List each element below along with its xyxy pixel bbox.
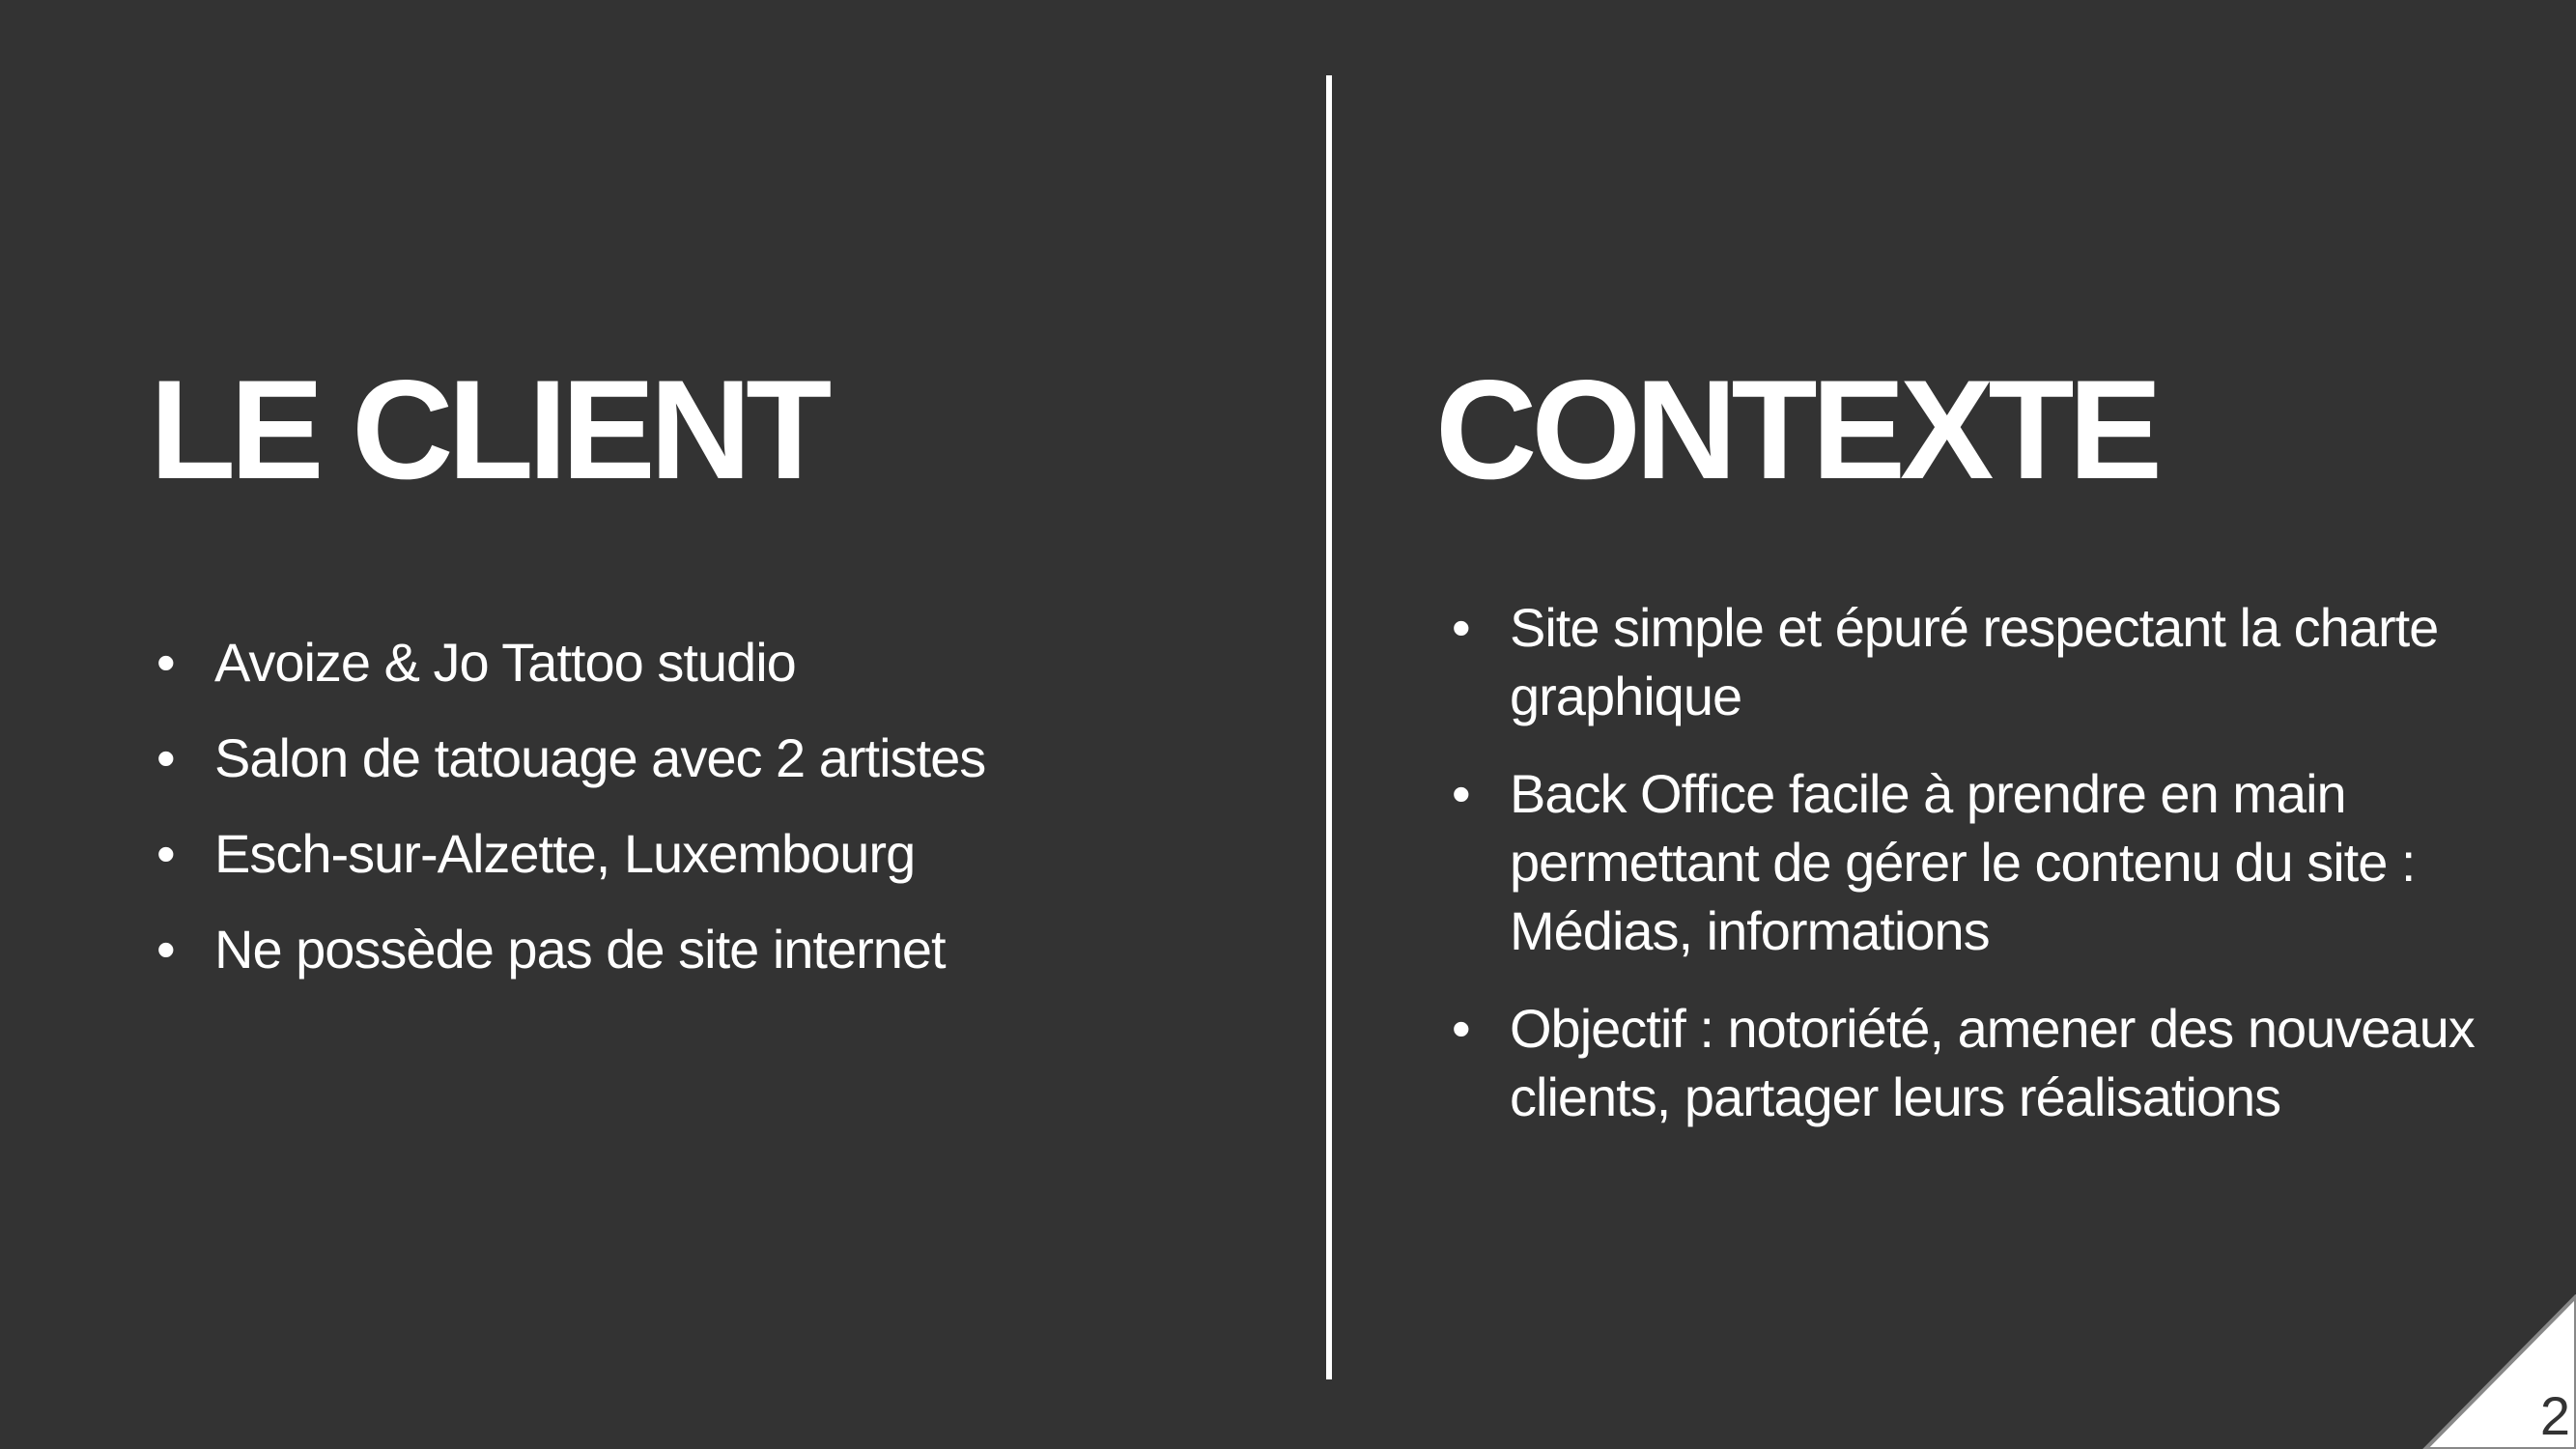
page-number: 2 xyxy=(2539,1385,2570,1446)
list-item: • Back Office facile à prendre en main pe… xyxy=(1452,759,2524,965)
client-title: LE CLIENT xyxy=(150,351,832,508)
client-bullet-list: • Avoize & Jo Tattoo studio • Salon de tat… xyxy=(156,628,1180,1010)
bullet-icon: • xyxy=(156,632,176,693)
bullet-icon: • xyxy=(1452,998,1471,1059)
list-item: • Esch-sur-Alzette, Luxembourg xyxy=(156,819,1180,888)
vertical-divider xyxy=(1326,75,1332,1379)
list-item: • Avoize & Jo Tattoo studio xyxy=(156,628,1180,696)
list-item: • Ne possède pas de site internet xyxy=(156,915,1180,983)
bullet-icon: • xyxy=(156,727,176,788)
context-title: CONTEXTE xyxy=(1435,351,2163,508)
list-item: • Site simple et épuré respectant la char… xyxy=(1452,593,2524,730)
context-bullet-list: • Site simple et épuré respectant la char… xyxy=(1452,593,2524,1160)
bullet-icon: • xyxy=(156,823,176,884)
bullet-icon: • xyxy=(156,919,176,980)
bullet-icon: • xyxy=(1452,597,1471,658)
list-item: • Objectif : notoriété, amener des nouvea… xyxy=(1452,994,2524,1131)
list-item: • Salon de tatouage avec 2 artistes xyxy=(156,724,1180,792)
bullet-icon: • xyxy=(1452,763,1471,824)
